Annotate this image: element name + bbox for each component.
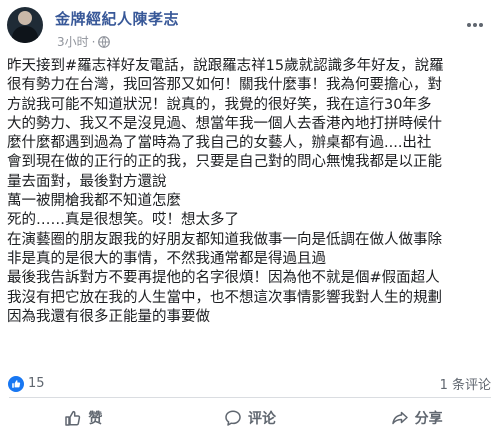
action-bar: 赞 评论 分享 <box>0 398 500 438</box>
share-button[interactable]: 分享 <box>333 398 500 438</box>
thumbs-up-icon <box>65 410 81 426</box>
post-meta: 3小时 · <box>57 33 111 51</box>
post-header: 金牌經紀人陳孝志 3小时 · <box>0 0 500 52</box>
post-text-line: 死的……真是很想笑。哎！想太多了 <box>7 212 239 229</box>
share-icon <box>391 411 408 425</box>
post-text-line: 昨天接到#羅志祥好友電話，說跟羅志祥15歲就認識多年好友，說羅 <box>7 58 444 74</box>
post-text-line: 在演藝圈的朋友跟我的好朋友都知道我做事一向是低調在做人做事除 <box>7 231 442 248</box>
comment-button[interactable]: 评论 <box>167 398 334 438</box>
post-text-line: 非是真的是很大的事情，不然我通常都是得過且過 <box>7 250 326 267</box>
post-text-line: 因為我還有很多正能量的事要做 <box>7 308 210 325</box>
thumbs-up-icon <box>8 375 24 392</box>
post-text-line: 大的勢力、我又不是沒見過、想當年我一個人去香港內地打拼時候什 <box>7 115 442 132</box>
post-text-line: 會到現在做的正行的正的我，只要是自己對的問心無愧我都是以正能 <box>7 154 442 171</box>
like-count: 15 <box>28 376 45 391</box>
post-text-line: 很有勢力在台灣，我回答那又如何！關我什麼事！我為何要擔心，對 <box>7 77 442 94</box>
post-time[interactable]: 3小时 <box>57 35 89 49</box>
share-label: 分享 <box>414 411 443 427</box>
comment-count[interactable]: 1 条评论 <box>440 374 491 393</box>
facebook-post: 金牌經紀人陳孝志 3小时 · 昨天接到#羅志祥好友電話，說跟羅志祥15歲就認識多年… <box>0 0 500 438</box>
avatar[interactable] <box>7 7 43 43</box>
post-text-line: 麼什麼都遇到過為了當時為了我自己的女藝人，辦桌都有過....出社 <box>7 135 432 152</box>
post-text-line: 量去面對，最後對方還說 <box>7 173 167 190</box>
like-button[interactable]: 赞 <box>0 398 167 438</box>
like-label: 赞 <box>88 411 103 427</box>
post-text-line: 方說我可能不知道狀況！說真的，我覺的很好笑，我在這行30年多 <box>7 96 432 113</box>
comment-label: 评论 <box>248 411 276 427</box>
post-body: 昨天接到#羅志祥好友電話，說跟羅志祥15歲就認識多年好友，說羅 很有勢力在台灣，我… <box>7 57 497 327</box>
globe-icon[interactable] <box>98 36 111 51</box>
post-text-line: 我沒有把它放在我的人生當中，也不想這次事情影響我對人生的規劃 <box>7 289 442 306</box>
more-options-icon[interactable] <box>467 12 485 31</box>
reaction-summary[interactable]: 15 <box>8 373 45 393</box>
post-text-line: 最後我告訴對方不要再提他的名字很煩！因為他不就是個#假面超人 <box>7 270 440 287</box>
meta-separator: · <box>91 35 96 49</box>
comment-icon <box>225 410 241 426</box>
author-name[interactable]: 金牌經紀人陳孝志 <box>55 8 179 29</box>
post-text-line: 萬一被開槍我都不知道怎麼 <box>7 193 181 210</box>
